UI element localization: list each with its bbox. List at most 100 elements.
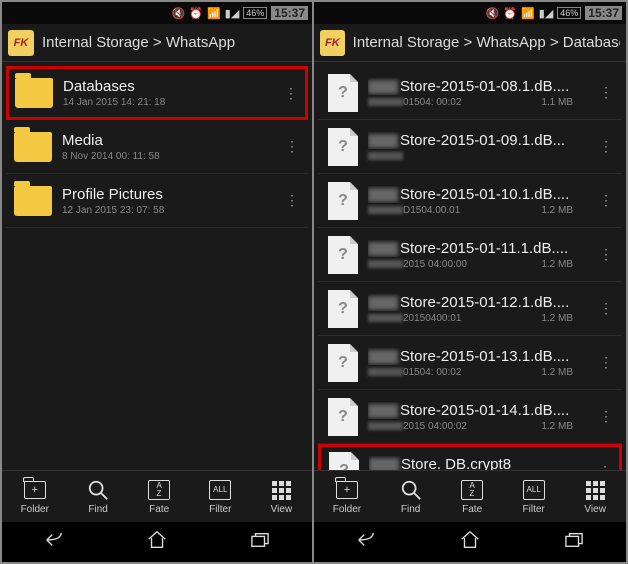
file-name: Store-2015-01-08.1.dB....	[368, 78, 581, 95]
toolbar-folder-button[interactable]: + Folder	[21, 478, 49, 515]
breadcrumb[interactable]: Internal Storage > WhatsApp	[42, 34, 235, 51]
file-meta: 20150400:011.2 MB	[368, 313, 581, 324]
az-icon: AZ	[461, 480, 483, 500]
toolbar-find-button[interactable]: Find	[399, 478, 423, 515]
file-item[interactable]: ? Store-2015-01-09.1.dB... ⋮	[318, 120, 622, 174]
folder-item-profile-pictures[interactable]: Profile Pictures 12 Jan 2015 23: 07: 58 …	[6, 174, 308, 228]
item-menu-icon[interactable]: ⋮	[277, 138, 306, 155]
bottom-toolbar: + Folder Find AZ Fate ALL Filter View	[314, 470, 626, 522]
file-meta: 2015 04:00:021.2 MB	[368, 421, 581, 432]
nav-back-button[interactable]	[355, 531, 377, 554]
document-icon: ?	[328, 236, 358, 274]
toolbar-sort-button[interactable]: AZ Fate	[147, 478, 171, 515]
file-name: Store-2015-01-10.1.dB....	[368, 186, 581, 203]
item-menu-icon[interactable]: ⋮	[591, 138, 620, 155]
item-menu-icon[interactable]: ⋮	[591, 246, 620, 263]
file-name: Store-2015-01-11.1.dB....	[368, 240, 581, 257]
file-item[interactable]: ? Store-2015-01-10.1.dB.... D1504.00.011…	[318, 174, 622, 228]
alarm-icon: ⏰	[189, 7, 203, 20]
app-header: FK Internal Storage > WhatsApp	[2, 24, 312, 62]
all-icon: ALL	[523, 480, 545, 500]
toolbar-folder-button[interactable]: + Folder	[333, 478, 361, 515]
item-menu-icon[interactable]: ⋮	[591, 408, 620, 425]
toolbar-find-button[interactable]: Find	[86, 478, 110, 515]
item-menu-icon[interactable]: ⋮	[590, 463, 619, 471]
file-meta: 12 Jan 2015 23: 07: 58	[62, 205, 267, 216]
phone-left: 🔇 ⏰ 📶 ▮◢ 46% 15:37 FK Internal Storage >…	[2, 2, 312, 562]
item-menu-icon[interactable]: ⋮	[276, 85, 305, 102]
item-menu-icon[interactable]: ⋮	[591, 192, 620, 209]
folder-icon	[14, 132, 52, 162]
file-name: Media	[62, 132, 267, 149]
document-icon: ?	[328, 344, 358, 382]
clock: 15:37	[585, 6, 622, 20]
toolbar-view-button[interactable]: View	[583, 478, 607, 515]
file-item[interactable]: ? Store-2015-01-12.1.dB.... 20150400:011…	[318, 282, 622, 336]
nav-home-button[interactable]	[459, 529, 481, 556]
nav-bar	[2, 522, 312, 562]
file-meta: 2015 04:00:001.2 MB	[368, 259, 581, 270]
file-item[interactable]: ? Store-2015-01-08.1.dB.... 01504: 00:02…	[318, 66, 622, 120]
toolbar-filter-button[interactable]: ALL Filter	[208, 478, 232, 515]
file-list[interactable]: ? Store-2015-01-08.1.dB.... 01504: 00:02…	[314, 62, 626, 470]
document-icon: ?	[328, 398, 358, 436]
document-icon: ?	[328, 74, 358, 112]
grid-icon	[272, 481, 291, 500]
status-bar: 🔇 ⏰ 📶 ▮◢ 46% 15:37	[314, 2, 626, 24]
file-meta: D1504.00.011.2 MB	[368, 205, 581, 216]
nav-recent-button[interactable]	[563, 531, 585, 554]
app-logo[interactable]: FK	[8, 30, 34, 56]
file-meta	[368, 151, 581, 162]
document-icon: ?	[328, 128, 358, 166]
mute-icon: 🔇	[486, 7, 500, 20]
toolbar-sort-button[interactable]: AZ Fate	[460, 478, 484, 515]
mute-icon: 🔇	[172, 7, 186, 20]
folder-item-media[interactable]: Media 8 Nov 2014 00: 11: 58 ⋮	[6, 120, 308, 174]
file-meta: 01504: 00:021.2 MB	[368, 367, 581, 378]
nav-recent-button[interactable]	[249, 531, 271, 554]
app-header: FK Internal Storage > WhatsApp > Databas…	[314, 24, 626, 62]
az-icon: AZ	[148, 480, 170, 500]
item-menu-icon[interactable]: ⋮	[591, 300, 620, 317]
file-item-crypt8[interactable]: ? Store. DB.crypt8 14 Jan 2015 14:21:181…	[318, 444, 622, 470]
folder-item-databases[interactable]: Databases 14 Jan 2015 14: 21: 18 ⋮	[6, 66, 308, 120]
file-item[interactable]: ? Store-2015-01-14.1.dB.... 2015 04:00:0…	[318, 390, 622, 444]
file-name: Databases	[63, 78, 266, 95]
toolbar-filter-button[interactable]: ALL Filter	[522, 478, 546, 515]
file-name: Store. DB.crypt8	[369, 456, 580, 470]
app-logo[interactable]: FK	[320, 30, 345, 56]
file-name: Profile Pictures	[62, 186, 267, 203]
wifi-icon: 📶	[521, 7, 535, 20]
item-menu-icon[interactable]: ⋮	[277, 192, 306, 209]
nav-back-button[interactable]	[43, 531, 65, 554]
battery-indicator: 46%	[243, 7, 267, 19]
wifi-icon: 📶	[207, 7, 221, 20]
file-item[interactable]: ? Store-2015-01-13.1.dB.... 01504: 00:02…	[318, 336, 622, 390]
folder-icon	[15, 78, 53, 108]
file-name: Store-2015-01-12.1.dB....	[368, 294, 581, 311]
nav-home-button[interactable]	[146, 529, 168, 556]
file-list[interactable]: Databases 14 Jan 2015 14: 21: 18 ⋮ Media…	[2, 62, 312, 470]
item-menu-icon[interactable]: ⋮	[591, 354, 620, 371]
file-meta: 01504: 00:021.1 MB	[368, 97, 581, 108]
bottom-toolbar: + Folder Find AZ Fate ALL Filter View	[2, 470, 312, 522]
file-name: Store-2015-01-14.1.dB....	[368, 402, 581, 419]
item-menu-icon[interactable]: ⋮	[591, 84, 620, 101]
toolbar-view-button[interactable]: View	[269, 478, 293, 515]
signal-icon: ▮◢	[225, 7, 240, 20]
folder-plus-icon: +	[24, 481, 46, 499]
alarm-icon: ⏰	[503, 7, 517, 20]
document-icon: ?	[328, 290, 358, 328]
signal-icon: ▮◢	[539, 7, 554, 20]
grid-icon	[586, 481, 605, 500]
search-icon	[86, 478, 110, 502]
battery-indicator: 46%	[557, 7, 581, 19]
all-icon: ALL	[209, 480, 231, 500]
breadcrumb[interactable]: Internal Storage > WhatsApp > Databases	[353, 34, 620, 51]
file-meta: 14 Jan 2015 14: 21: 18	[63, 97, 266, 108]
file-name: Store-2015-01-13.1.dB....	[368, 348, 581, 365]
folder-icon	[14, 186, 52, 216]
file-item[interactable]: ? Store-2015-01-11.1.dB.... 2015 04:00:0…	[318, 228, 622, 282]
phone-right: 🔇 ⏰ 📶 ▮◢ 46% 15:37 FK Internal Storage >…	[314, 2, 626, 562]
file-name: Store-2015-01-09.1.dB...	[368, 132, 581, 149]
